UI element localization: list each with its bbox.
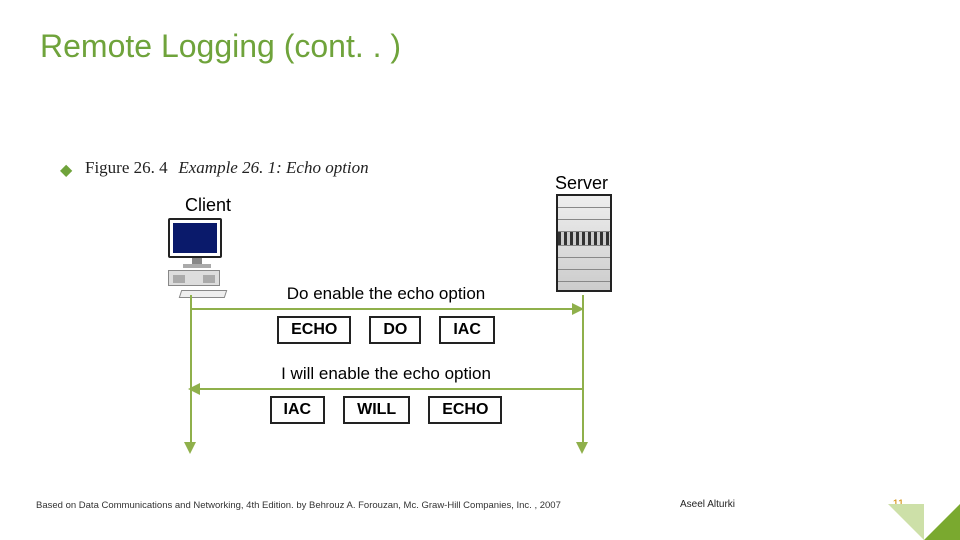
- server-timeline: [582, 295, 584, 445]
- bullet-icon: ◆: [60, 160, 72, 180]
- figure-number: Figure 26. 4: [85, 158, 168, 177]
- telnet-field: IAC: [270, 396, 326, 424]
- figure-caption: Figure 26. 4 Example 26. 1: Echo option: [85, 158, 369, 178]
- request-caption: Do enable the echo option: [190, 284, 582, 304]
- telnet-field: ECHO: [428, 396, 502, 424]
- reply-message: I will enable the echo option IAC WILL E…: [190, 364, 582, 424]
- server-icon: [556, 194, 612, 292]
- corner-decoration-icon: [924, 504, 960, 540]
- arrow-left-icon: [190, 388, 582, 390]
- telnet-field: IAC: [439, 316, 495, 344]
- arrowhead-icon: [184, 442, 196, 454]
- telnet-field: WILL: [343, 396, 410, 424]
- arrowhead-icon: [576, 442, 588, 454]
- arrow-right-icon: [190, 308, 582, 310]
- footer-citation: Based on Data Communications and Network…: [36, 500, 596, 512]
- server-label: Server: [555, 173, 608, 194]
- telnet-field: DO: [369, 316, 421, 344]
- client-label: Client: [185, 195, 231, 216]
- footer-author: Aseel Alturki: [680, 499, 735, 510]
- request-message: Do enable the echo option ECHO DO IAC: [190, 284, 582, 344]
- figure-description: Example 26. 1: Echo option: [178, 158, 368, 177]
- telnet-field: ECHO: [277, 316, 351, 344]
- reply-caption: I will enable the echo option: [190, 364, 582, 384]
- slide-title: Remote Logging (cont. . ): [40, 28, 401, 65]
